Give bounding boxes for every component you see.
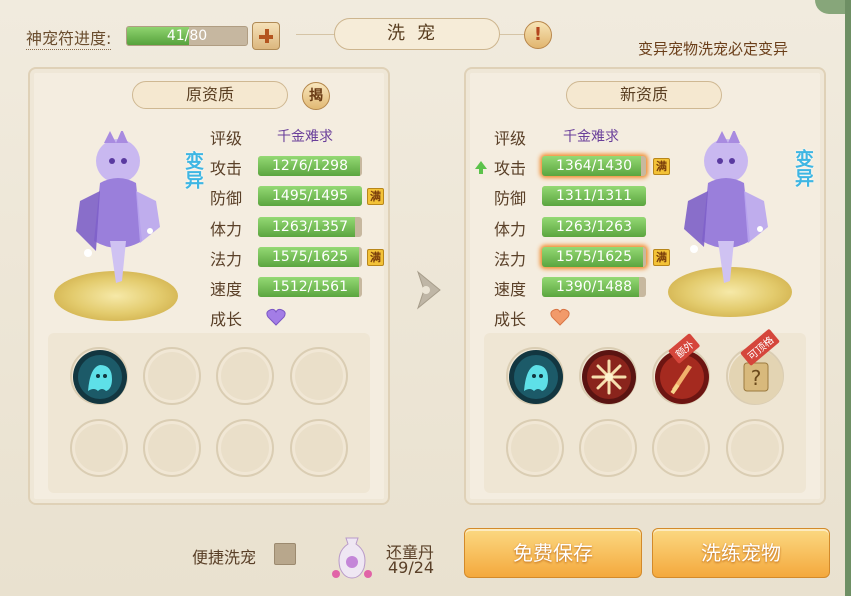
free-save-button[interactable]: 免费保存 (464, 528, 642, 578)
stat-label-stamina: 体力 (494, 220, 527, 239)
stat-bar-magic: 1575/1625 (542, 247, 646, 267)
stat-bar-defense: 1495/1495 (258, 186, 362, 206)
stat-label-defense: 防御 (210, 189, 243, 208)
new-skill-grid: ? 额外 可顶格 (484, 328, 806, 493)
title-line-right (500, 34, 524, 35)
stat-label-stamina: 体力 (210, 220, 243, 239)
stat-label-defense: 防御 (494, 189, 527, 208)
stat-value-attack: 1364/1430 (556, 158, 632, 174)
new-attributes-panel: 新资质 变异 评级 千金难求 攻击 1364/1430 满 防御 1311/13… (464, 67, 826, 505)
title-line-left (296, 34, 336, 35)
progress-text: 41/80 (166, 28, 208, 44)
stat-value-defense: 1495/1495 (272, 188, 348, 204)
stat-bar-speed: 1390/1488 (542, 277, 646, 297)
progress-bar: 41/80 (126, 26, 248, 46)
stat-value-magic: 1575/1625 (556, 249, 632, 265)
item-count: 49/24 (388, 558, 435, 577)
skill-slot[interactable] (726, 419, 784, 477)
skill-slot[interactable] (143, 347, 201, 405)
ghost-skill-icon (508, 349, 564, 405)
pet-figure (70, 129, 166, 291)
full-badge: 满 (653, 158, 670, 175)
skill-slot[interactable] (70, 347, 128, 405)
add-progress-button[interactable] (252, 22, 280, 50)
quick-wash-checkbox[interactable] (274, 543, 296, 565)
stat-value-speed: 1390/1488 (556, 279, 632, 295)
wash-pet-button[interactable]: 洗练宠物 (652, 528, 830, 578)
skill-slot[interactable] (290, 347, 348, 405)
stat-bar-magic: 1575/1625 (258, 247, 362, 267)
svg-text:?: ? (751, 366, 762, 390)
stat-bar-attack: 1276/1298 (258, 156, 362, 176)
purple-heart-icon (266, 308, 286, 326)
original-attributes-panel: 原资质 揭 变异 评级 千金难求 攻击 1276/1298 防御 1495/14… (28, 67, 390, 505)
skill-slot[interactable] (652, 419, 710, 477)
skill-slot[interactable] (579, 419, 637, 477)
original-skill-grid (48, 333, 370, 493)
stat-label-speed: 速度 (494, 280, 527, 299)
progress-label: 神宠符进度: (26, 25, 112, 50)
skill-slot[interactable] (216, 347, 274, 405)
skill-slot[interactable] (506, 347, 564, 405)
reveal-button[interactable]: 揭 (302, 82, 330, 110)
skill-slot[interactable] (216, 419, 274, 477)
skill-slot[interactable] (290, 419, 348, 477)
transfer-arrow-icon (412, 268, 446, 312)
stat-value-attack: 1276/1298 (272, 158, 348, 174)
rating-value: 千金难求 (277, 129, 333, 145)
page-title: 洗宠 (334, 18, 500, 50)
stat-label-rating: 评级 (210, 129, 243, 148)
stat-label-speed: 速度 (210, 280, 243, 299)
ghost-skill-icon (72, 349, 128, 405)
full-badge: 满 (367, 249, 384, 266)
mutation-note: 变异宠物洗宠必定变异 (638, 40, 789, 58)
rating-value: 千金难求 (563, 129, 619, 145)
original-attributes-header: 原资质 (132, 81, 288, 109)
quick-wash-label: 便捷洗宠 (192, 548, 257, 567)
stat-bar-stamina: 1263/1263 (542, 217, 646, 237)
vase-item-icon (330, 534, 374, 580)
stat-bar-attack: 1364/1430 (542, 156, 646, 176)
orange-heart-icon (550, 308, 570, 326)
stat-value-stamina: 1263/1263 (556, 219, 632, 235)
stat-label-growth: 成长 (494, 310, 527, 329)
skill-slot[interactable] (143, 419, 201, 477)
pet-figure (678, 129, 774, 291)
skill-slot[interactable] (506, 419, 564, 477)
full-badge: 满 (653, 249, 670, 266)
full-badge: 满 (367, 188, 384, 205)
stat-bar-defense: 1311/1311 (542, 186, 646, 206)
stat-label-attack: 攻击 (210, 159, 243, 178)
new-attributes-header: 新资质 (566, 81, 722, 109)
stat-bar-stamina: 1263/1357 (258, 217, 362, 237)
stat-value-defense: 1311/1311 (556, 188, 632, 204)
stat-value-magic: 1575/1625 (272, 249, 348, 265)
stat-label-magic: 法力 (210, 250, 243, 269)
snowflake-skill-icon (581, 349, 637, 405)
stat-label-attack: 攻击 (494, 159, 527, 178)
stat-label-magic: 法力 (494, 250, 527, 269)
stat-value-speed: 1512/1561 (272, 279, 348, 295)
mutation-tag: 变异 (182, 151, 204, 189)
skill-slot[interactable] (579, 347, 637, 405)
increase-arrow-icon (475, 161, 487, 174)
stat-bar-speed: 1512/1561 (258, 277, 362, 297)
mutation-tag: 变异 (792, 149, 814, 187)
info-alert-button[interactable]: ! (524, 21, 552, 49)
stat-value-stamina: 1263/1357 (272, 219, 348, 235)
skill-slot[interactable] (70, 419, 128, 477)
stat-label-growth: 成长 (210, 310, 243, 329)
stat-label-rating: 评级 (494, 129, 527, 148)
